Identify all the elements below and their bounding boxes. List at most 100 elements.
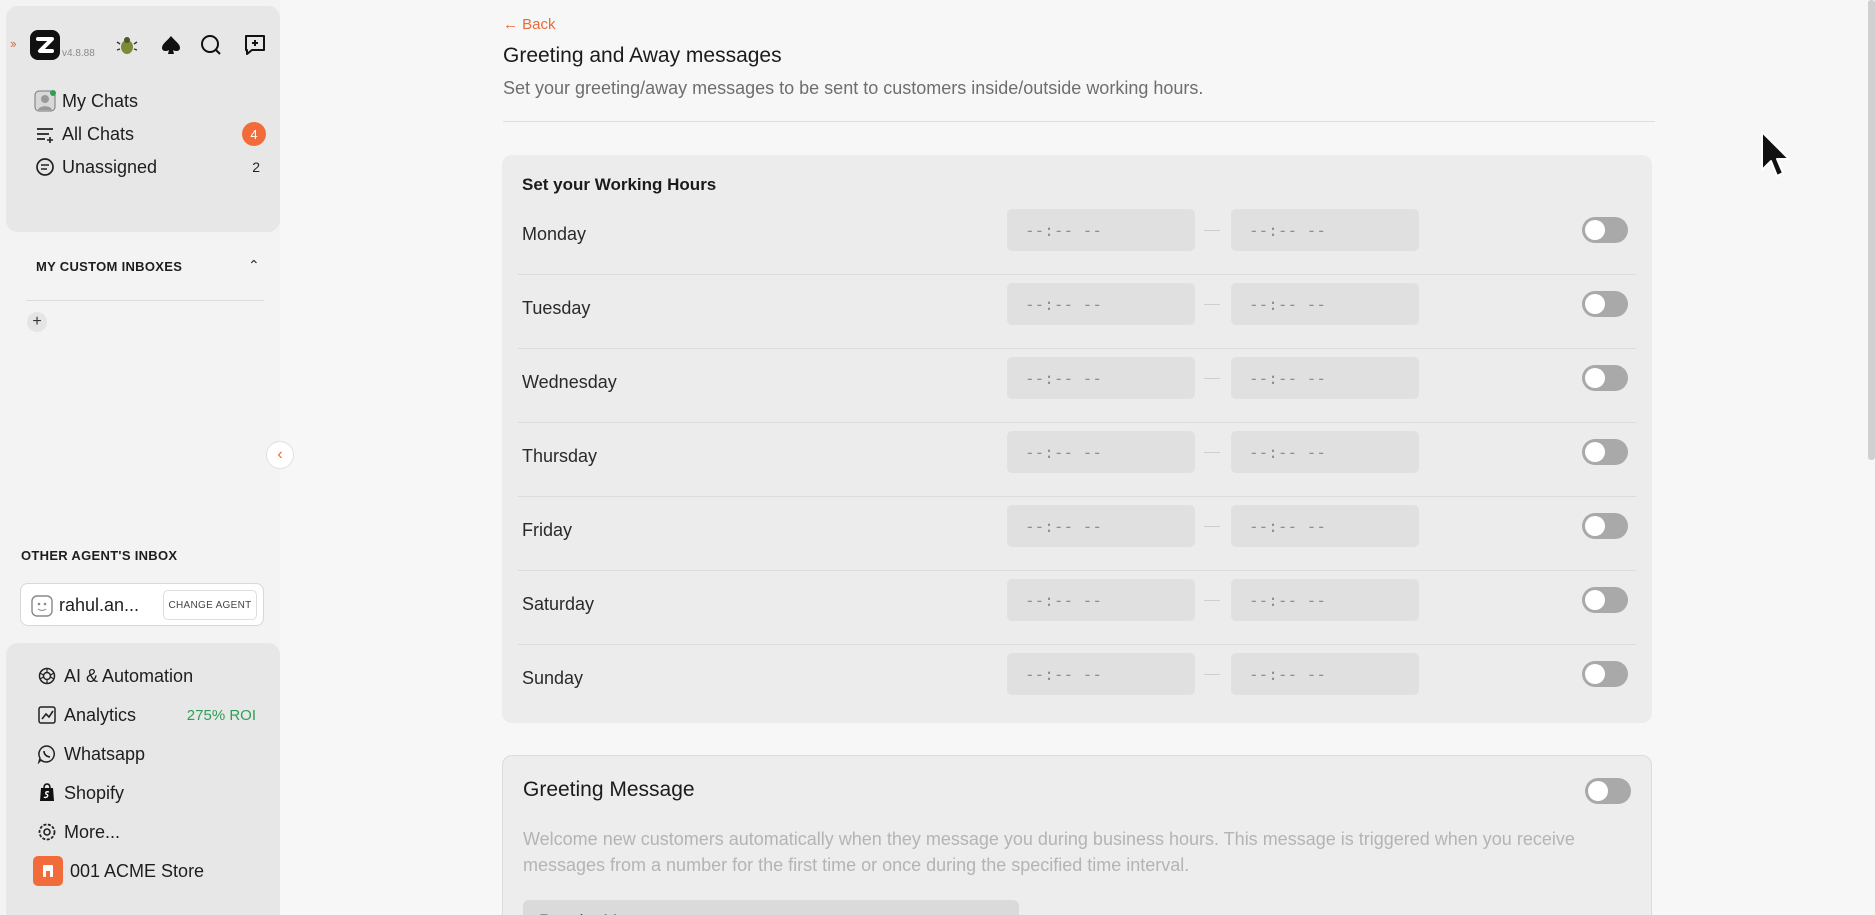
range-separator	[1204, 378, 1220, 379]
change-agent-button[interactable]: CHANGE AGENT	[163, 590, 257, 620]
openai-icon	[36, 665, 58, 687]
sidebar-item-label: Whatsapp	[64, 743, 146, 764]
day-label: Friday	[522, 520, 573, 540]
sidebar-item-whatsapp[interactable]: Whatsapp	[36, 739, 256, 769]
start-time-input[interactable]: --:-- --	[1007, 505, 1195, 547]
divider	[503, 121, 1655, 122]
range-separator	[1204, 452, 1220, 453]
day-toggle[interactable]	[1582, 217, 1628, 243]
expand-arrows-icon[interactable]: ››	[10, 36, 17, 51]
end-time-input[interactable]: --:-- --	[1231, 505, 1419, 547]
range-separator	[1204, 230, 1220, 231]
greeting-toggle[interactable]	[1585, 778, 1631, 804]
store-switcher[interactable]: 001 ACME Store	[33, 856, 253, 886]
main-content: ← Back Greeting and Away messages Set yo…	[280, 0, 1875, 915]
start-time-input[interactable]: --:-- --	[1007, 653, 1195, 695]
search-icon[interactable]	[196, 30, 226, 60]
day-toggle[interactable]	[1582, 587, 1628, 613]
day-toggle[interactable]	[1582, 439, 1628, 465]
day-toggle[interactable]	[1582, 513, 1628, 539]
day-row-tuesday: Tuesday --:-- -- --:-- --	[518, 275, 1636, 349]
sidebar-item-my-chats[interactable]: My Chats	[34, 86, 266, 116]
sidebar-item-label: My Chats	[62, 90, 139, 111]
add-inbox-button[interactable]: +	[27, 312, 47, 332]
sidebar-item-ai-automation[interactable]: AI & Automation	[36, 661, 256, 691]
bug-icon[interactable]	[112, 30, 142, 60]
spade-icon[interactable]	[156, 30, 186, 60]
collapse-sidebar-button[interactable]: ‹	[266, 441, 294, 469]
greeting-description: Welcome new customers automatically when…	[523, 829, 1575, 875]
sidebar-item-label: All Chats	[62, 123, 135, 144]
start-time-input[interactable]: --:-- --	[1007, 283, 1195, 325]
back-link[interactable]: ← Back	[503, 16, 556, 33]
sidebar-item-more[interactable]: More...	[36, 817, 256, 847]
store-name: 001 ACME Store	[70, 860, 205, 881]
sidebar-item-shopify[interactable]: Shopify	[36, 778, 256, 808]
working-hours-title: Set your Working Hours	[522, 175, 717, 194]
sidebar-item-label: Unassigned	[62, 156, 158, 177]
sidebar-item-label: Shopify	[64, 782, 125, 803]
message-type-select[interactable]: Regular Message	[523, 900, 1019, 915]
day-label: Saturday	[522, 594, 595, 614]
greeting-message-card: Greeting Message Welcome new customers a…	[502, 755, 1652, 915]
app-version: v4.8.88	[62, 48, 95, 59]
day-label: Thursday	[522, 446, 598, 466]
sidebar-item-unassigned[interactable]: Unassigned 2	[34, 152, 266, 182]
end-time-input[interactable]: --:-- --	[1231, 653, 1419, 695]
start-time-input[interactable]: --:-- --	[1007, 579, 1195, 621]
new-chat-icon[interactable]	[240, 30, 270, 60]
user-avatar-icon	[34, 90, 56, 112]
end-time-input[interactable]: --:-- --	[1231, 209, 1419, 251]
working-hours-card: Set your Working Hours Monday --:-- -- -…	[502, 155, 1652, 723]
day-row-friday: Friday --:-- -- --:-- --	[518, 497, 1636, 571]
day-toggle[interactable]	[1582, 661, 1628, 687]
day-row-monday: Monday --:-- -- --:-- --	[518, 201, 1636, 275]
filter-list-icon	[34, 123, 56, 145]
day-toggle[interactable]	[1582, 291, 1628, 317]
unassigned-count: 2	[252, 159, 260, 175]
range-separator	[1204, 674, 1220, 675]
end-time-input[interactable]: --:-- --	[1231, 431, 1419, 473]
mouse-cursor-icon	[1761, 131, 1790, 177]
day-toggle[interactable]	[1582, 365, 1628, 391]
chat-bubble-icon	[34, 156, 56, 178]
page-subtitle: Set your greeting/away messages to be se…	[503, 78, 1204, 98]
range-separator	[1204, 600, 1220, 601]
day-label: Monday	[522, 224, 587, 244]
greeting-title: Greeting Message	[523, 778, 695, 801]
day-row-wednesday: Wednesday --:-- -- --:-- --	[518, 349, 1636, 423]
start-time-input[interactable]: --:-- --	[1007, 357, 1195, 399]
sidebar-secondary-panel: AI & Automation Analytics 275% ROI Whats…	[6, 643, 280, 915]
sidebar-item-label: More...	[64, 821, 121, 842]
agent-selector[interactable]: rahul.an... CHANGE AGENT	[20, 583, 264, 626]
day-row-thursday: Thursday --:-- -- --:-- --	[518, 423, 1636, 497]
sidebar: ›› v4.8.88 My Chats All Chats 4 Unassign…	[0, 0, 294, 915]
end-time-input[interactable]: --:-- --	[1231, 357, 1419, 399]
roi-label: 275% ROI	[186, 706, 256, 724]
whatsapp-icon	[36, 743, 58, 765]
sidebar-primary-panel: ›› v4.8.88 My Chats All Chats 4 Unassign…	[6, 6, 280, 232]
scrollbar[interactable]	[1868, 0, 1875, 460]
end-time-input[interactable]: --:-- --	[1231, 283, 1419, 325]
agent-avatar-icon	[31, 595, 53, 617]
custom-inboxes-title: MY CUSTOM INBOXES	[36, 259, 183, 274]
sidebar-item-analytics[interactable]: Analytics 275% ROI	[36, 700, 256, 730]
app-logo	[30, 30, 60, 60]
day-label: Wednesday	[522, 372, 617, 392]
unread-badge: 4	[242, 122, 266, 146]
day-row-sunday: Sunday --:-- -- --:-- --	[518, 645, 1636, 719]
chevron-up-icon[interactable]: ⌃	[248, 257, 260, 274]
end-time-input[interactable]: --:-- --	[1231, 579, 1419, 621]
start-time-input[interactable]: --:-- --	[1007, 431, 1195, 473]
start-time-input[interactable]: --:-- --	[1007, 209, 1195, 251]
page-title: Greeting and Away messages	[503, 44, 782, 67]
day-row-saturday: Saturday --:-- -- --:-- --	[518, 571, 1636, 645]
gear-icon	[36, 821, 58, 843]
sidebar-item-label: Analytics	[64, 704, 137, 725]
chart-icon	[36, 704, 58, 726]
sidebar-header: ›› v4.8.88	[6, 16, 280, 66]
range-separator	[1204, 304, 1220, 305]
sidebar-item-all-chats[interactable]: All Chats 4	[34, 119, 266, 149]
agent-name: rahul.an...	[59, 595, 140, 615]
other-agent-title: OTHER AGENT'S INBOX	[21, 548, 178, 563]
